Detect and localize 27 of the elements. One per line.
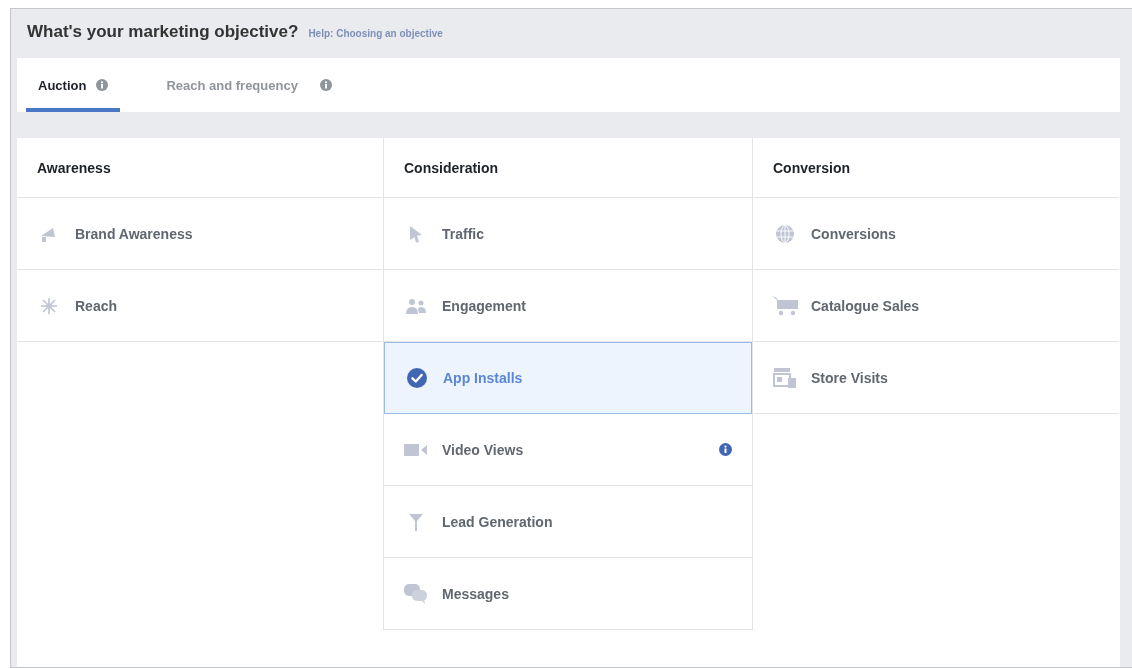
- info-icon: [319, 79, 332, 91]
- column-heading: Awareness: [17, 138, 383, 198]
- objective-option[interactable]: Lead Generation: [384, 486, 752, 558]
- cart-icon: [771, 294, 799, 317]
- tab[interactable]: Reach and frequency: [154, 58, 344, 112]
- objective-option[interactable]: App Installs: [384, 342, 752, 414]
- objective-option[interactable]: Reach: [17, 270, 383, 342]
- tab[interactable]: Auction: [26, 58, 121, 112]
- video-camera-icon: [404, 442, 428, 457]
- objective-option[interactable]: Traffic: [384, 198, 752, 270]
- objective-option[interactable]: Video Views: [384, 414, 752, 486]
- globe-icon: [775, 223, 795, 244]
- chat-bubbles-icon: [403, 582, 429, 605]
- objective-option[interactable]: Conversions: [753, 198, 1119, 270]
- storefront-icon: [773, 366, 797, 389]
- objective-option[interactable]: Store Visits: [753, 342, 1119, 414]
- column-heading: Conversion: [753, 138, 1119, 198]
- objective-option[interactable]: Catalogue Sales: [753, 270, 1119, 342]
- network-icon: [38, 295, 60, 316]
- info-icon: [96, 79, 109, 91]
- page-title: What's your marketing objective?: [27, 22, 299, 42]
- objective-option[interactable]: Brand Awareness: [17, 198, 383, 270]
- funnel-icon: [408, 511, 424, 532]
- check-circle-icon: [407, 368, 427, 388]
- objective-option[interactable]: Messages: [384, 558, 752, 630]
- column-heading: Consideration: [384, 138, 752, 198]
- cursor-icon: [409, 224, 423, 243]
